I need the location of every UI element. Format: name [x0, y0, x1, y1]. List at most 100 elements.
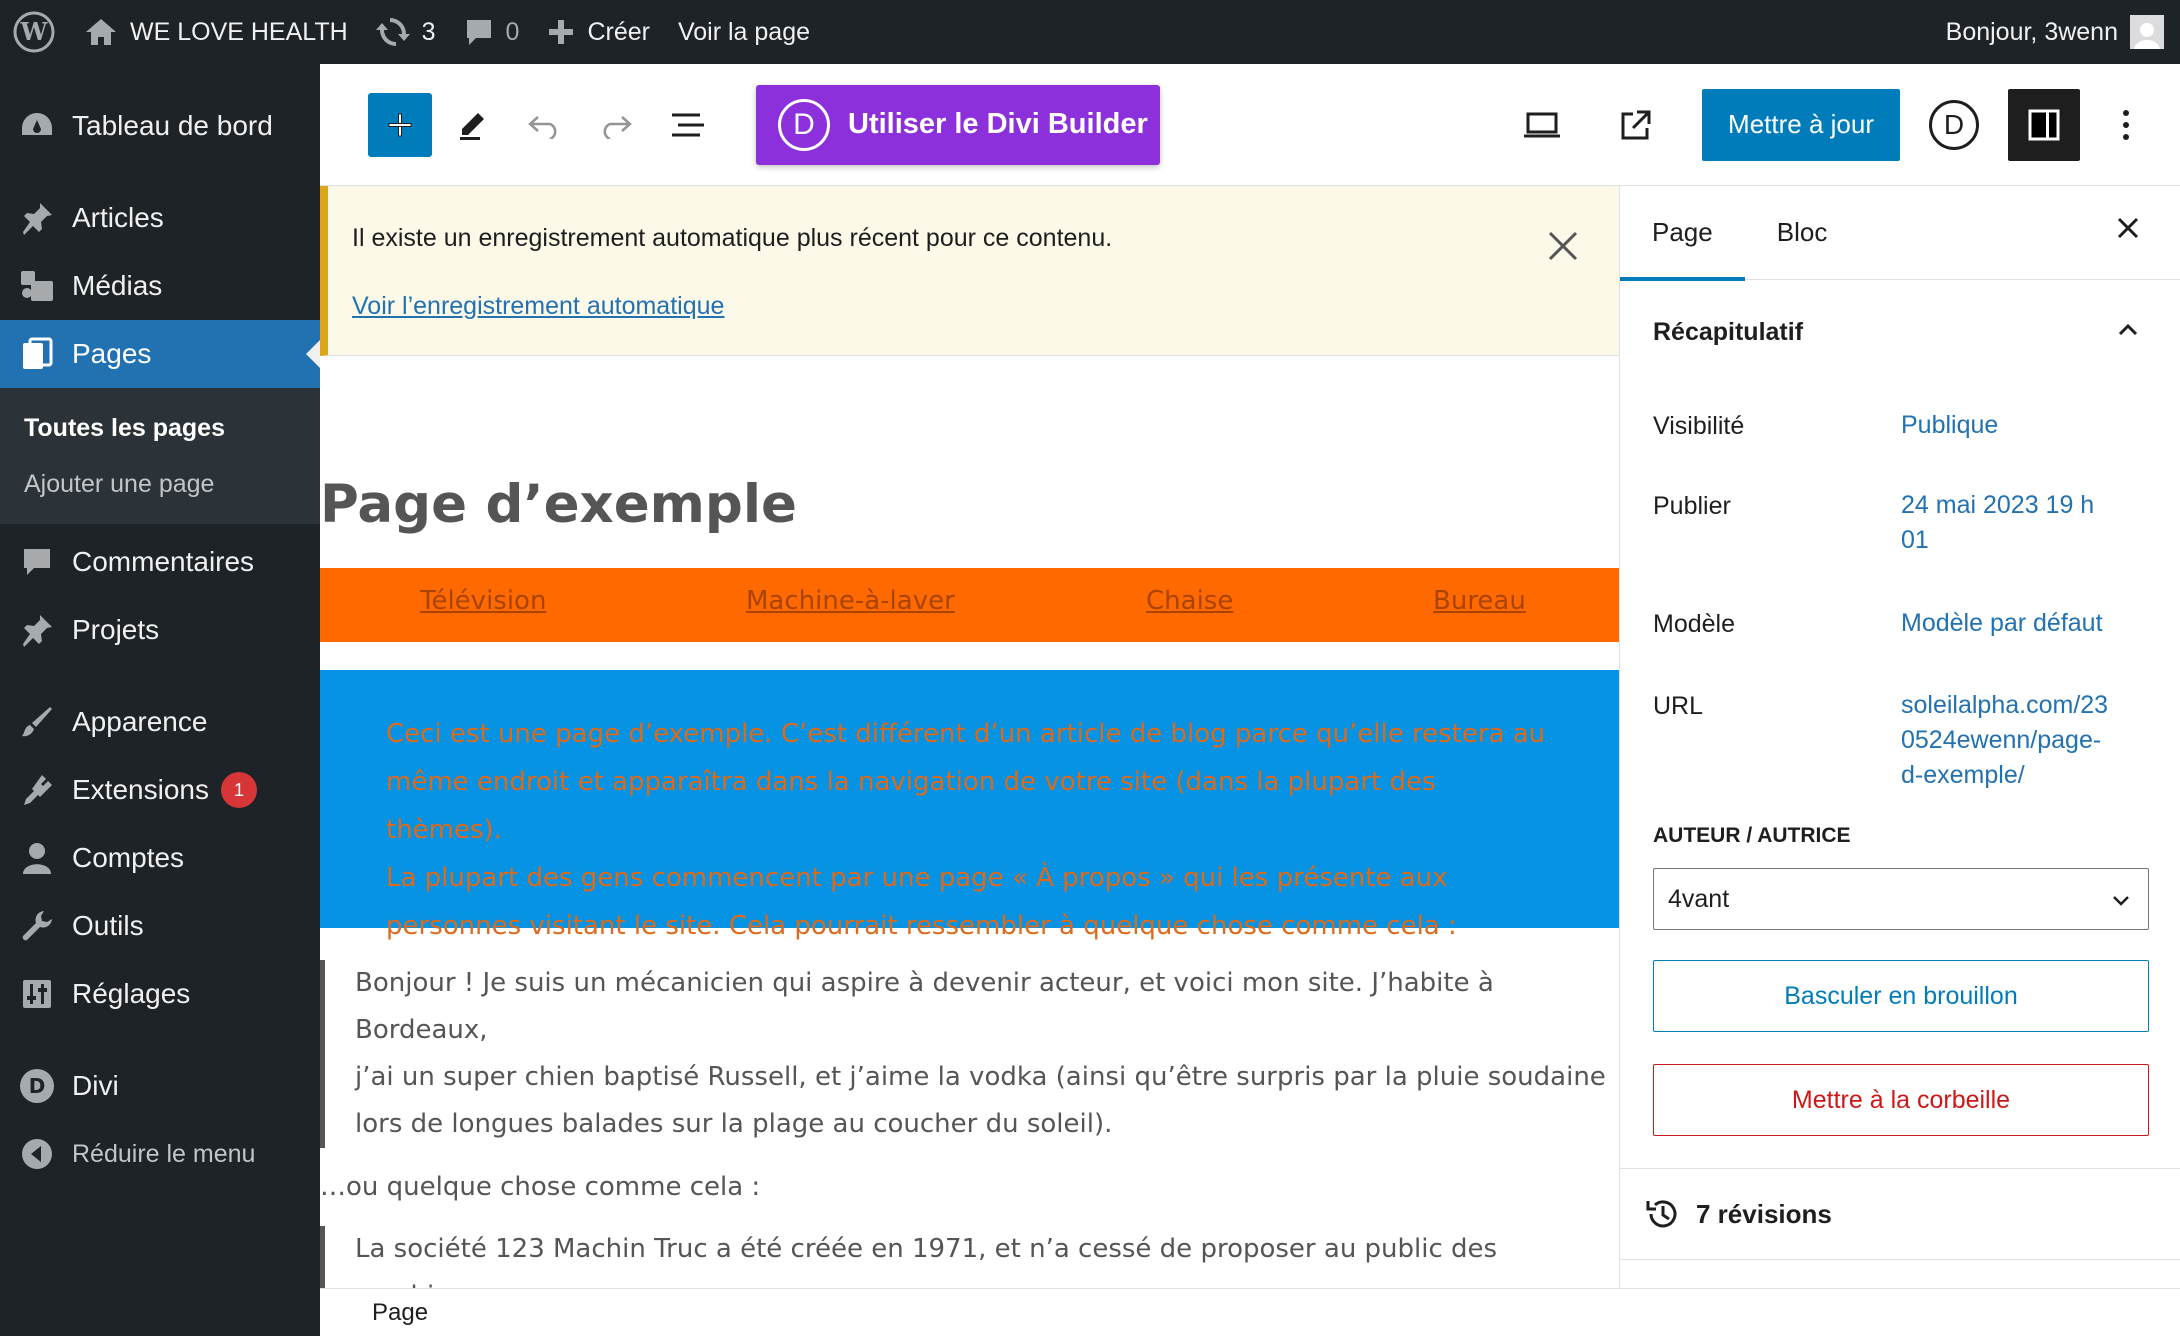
dismiss-notice-button[interactable]: [1547, 230, 1579, 262]
media-icon: [18, 267, 56, 305]
pin-icon: [18, 199, 56, 237]
tab-bloc[interactable]: Bloc: [1745, 186, 1860, 280]
editor-canvas[interactable]: Il existe un enregistrement automatique …: [320, 186, 1619, 1288]
nav-link-bureau[interactable]: Bureau: [1433, 586, 1526, 616]
intro-line: même endroit et apparaîtra dans la navig…: [386, 767, 1436, 845]
tab-page[interactable]: Page: [1620, 186, 1745, 281]
quote-block[interactable]: Bonjour ! Je suis un mécanicien qui aspi…: [320, 960, 1619, 1148]
sidebar-item-accounts[interactable]: Comptes: [0, 824, 320, 892]
sidebar-item-label: Tableau de bord: [72, 110, 273, 141]
settings-sidebar: Page Bloc Récapitulatif Visibilité Publi…: [1619, 186, 2180, 1288]
intro-line: personnes visitant le site. Cela pourrai…: [386, 911, 1457, 941]
create-link[interactable]: Créer: [533, 0, 664, 64]
url-value[interactable]: soleilalpha.com/23 0524ewenn/page- d-exe…: [1901, 688, 2141, 793]
divi-builder-button[interactable]: D Utiliser le Divi Builder: [756, 84, 1160, 165]
template-value[interactable]: Modèle par défaut: [1901, 606, 2161, 641]
sidebar-item-label: Commentaires: [72, 546, 255, 577]
sidebar-item-articles[interactable]: Articles: [0, 184, 320, 252]
editor-toolbar: D Utiliser le Divi Builder Mettre à jour…: [320, 64, 2180, 186]
wrench-icon: [18, 907, 56, 945]
view-page-label: Voir la page: [677, 17, 811, 46]
collapse-panel-button[interactable]: [2116, 318, 2140, 342]
collapse-menu-button[interactable]: Réduire le menu: [0, 1120, 320, 1188]
divi-settings-button[interactable]: D: [1922, 93, 1986, 157]
chevron-up-icon: [2116, 318, 2140, 342]
sidebar-item-label: Réduire le menu: [72, 1139, 256, 1168]
view-page-link[interactable]: Voir la page: [664, 0, 824, 64]
divi-icon: D: [1929, 99, 1979, 150]
nav-link-machine-a-laver[interactable]: Machine-à-laver: [746, 586, 955, 616]
comment-icon: [464, 17, 494, 47]
publish-label: Publier: [1653, 492, 1731, 520]
page-title[interactable]: Page d’exemple: [320, 474, 797, 535]
visibility-value[interactable]: Publique: [1901, 408, 2141, 443]
block-breadcrumb: Page: [320, 1288, 2180, 1336]
paragraph-block[interactable]: …ou quelque chose comme cela :: [320, 1172, 760, 1202]
comments-count: 0: [505, 17, 520, 46]
sidebar-item-pages[interactable]: Pages: [0, 320, 320, 388]
preview-button[interactable]: [1510, 93, 1574, 157]
updates-link[interactable]: 3: [362, 0, 450, 64]
menu-nav-block[interactable]: Télévision Machine-à-laver Chaise Bureau: [320, 568, 1619, 642]
sidebar-item-dashboard[interactable]: Tableau de bord: [0, 92, 320, 160]
tools-button[interactable]: [440, 93, 504, 157]
site-name: WE LOVE HEALTH: [130, 17, 348, 46]
undo-button[interactable]: [512, 93, 576, 157]
add-block-icon: [386, 111, 414, 139]
redo-button[interactable]: [584, 93, 648, 157]
sidebar-item-tools[interactable]: Outils: [0, 892, 320, 960]
comments-link[interactable]: 0: [450, 0, 534, 64]
sidebar-item-label: Comptes: [72, 842, 185, 873]
sidebar-item-settings[interactable]: Réglages: [0, 960, 320, 1028]
move-to-trash-button[interactable]: Mettre à la corbeille: [1653, 1064, 2149, 1136]
summary-panel-title[interactable]: Récapitulatif: [1653, 318, 1803, 347]
sidebar-item-appearance[interactable]: Apparence: [0, 688, 320, 756]
intro-paragraph-block[interactable]: Ceci est une page d’exemple. C’est diffé…: [320, 670, 1619, 941]
publish-date-line: 01: [1901, 526, 1929, 554]
user-icon: [18, 839, 56, 877]
svg-text:W: W: [20, 17, 49, 46]
submenu-item-add-page[interactable]: Ajouter une page: [0, 456, 320, 512]
submenu-item-all-pages[interactable]: Toutes les pages: [0, 400, 320, 456]
sidebar-item-extensions[interactable]: Extensions 1: [0, 756, 320, 824]
nav-link-television[interactable]: Télévision: [420, 586, 546, 616]
site-name-link[interactable]: WE LOVE HEALTH: [70, 0, 362, 64]
intro-line: Ceci est une page d’exemple. C’est diffé…: [386, 719, 1546, 749]
update-badge: 1: [220, 772, 257, 808]
divi-icon: D: [18, 1067, 56, 1105]
nav-link-chaise[interactable]: Chaise: [1146, 586, 1233, 616]
view-autosave-link[interactable]: Voir l’enregistrement automatique: [352, 292, 724, 321]
publish-date-value[interactable]: 24 mai 2023 19 h 01: [1901, 488, 2141, 558]
wordpress-logo-icon[interactable]: W: [0, 0, 70, 64]
sidebar-item-comments[interactable]: Commentaires: [0, 528, 320, 596]
sidebar-item-projects[interactable]: Projets: [0, 596, 320, 664]
divi-builder-label: Utiliser le Divi Builder: [848, 108, 1148, 140]
add-block-button[interactable]: [368, 92, 432, 157]
external-link-icon: [1619, 108, 1653, 142]
author-select[interactable]: 4vant: [1653, 868, 2149, 930]
intro-line: La plupart des gens commencent par une p…: [386, 863, 1448, 893]
redo-icon: [598, 111, 634, 139]
sidebar-item-label: Divi: [72, 1070, 119, 1101]
plus-icon: [547, 18, 575, 46]
quote-line: Bonjour ! Je suis un mécanicien qui aspi…: [355, 968, 1494, 1045]
breadcrumb-item[interactable]: Page: [372, 1299, 428, 1327]
sidebar-item-label: Extensions: [72, 774, 209, 805]
sidebar-item-divi[interactable]: D Divi: [0, 1052, 320, 1120]
account-menu[interactable]: Bonjour, 3wenn: [1946, 15, 2180, 49]
quote-line: j’ai un super chien baptisé Russell, et …: [355, 1062, 1606, 1092]
settings-sidebar-toggle[interactable]: [2008, 88, 2080, 161]
switch-to-draft-button[interactable]: Basculer en brouillon: [1653, 960, 2149, 1032]
list-view-button[interactable]: [656, 93, 720, 157]
revisions-link[interactable]: 7 révisions: [1620, 1168, 2180, 1260]
sidebar-item-medias[interactable]: Médias: [0, 252, 320, 320]
sidebar-item-label: Pages: [72, 338, 152, 369]
quote-block[interactable]: La société 123 Machin Truc a été créée e…: [320, 1226, 1619, 1288]
sidebar-item-label: Apparence: [72, 706, 208, 737]
close-settings-button[interactable]: [2116, 216, 2140, 240]
view-page-button[interactable]: [1604, 93, 1668, 157]
collapse-icon: [18, 1135, 56, 1173]
options-menu-button[interactable]: [2094, 93, 2158, 157]
update-button[interactable]: Mettre à jour: [1702, 88, 1900, 161]
avatar: [2130, 15, 2164, 49]
